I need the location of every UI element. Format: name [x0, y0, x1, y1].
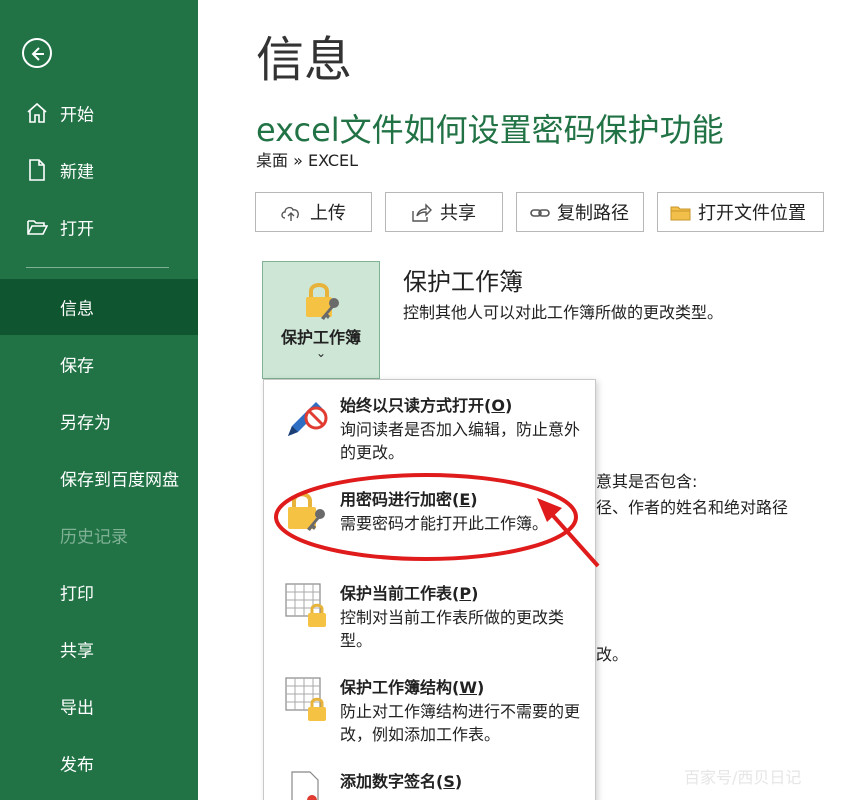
menu-item-title: 保护工作簿结构(W)	[340, 678, 485, 697]
page-title: 信息	[256, 32, 353, 88]
folder-icon	[670, 203, 692, 223]
menu-item-always-open-read-only[interactable]: 始终以只读方式打开(O) 询问读者是否加入编辑，防止意外的更改。	[264, 392, 595, 472]
link-icon	[529, 203, 551, 223]
share-icon	[410, 203, 432, 223]
sidebar-item-home[interactable]: 开始	[0, 85, 198, 141]
inspect-text-line2: 径、作者的姓名和绝对路径	[596, 498, 789, 517]
upload-label: 上传	[310, 203, 346, 224]
menu-item-title: 添加数字签名(S)	[340, 772, 463, 791]
home-icon	[26, 101, 48, 125]
sidebar-item-label: 打印	[60, 584, 94, 605]
lock-key-icon	[282, 486, 332, 536]
copy-path-label: 复制路径	[557, 203, 629, 224]
protect-section-title: 保护工作簿	[403, 268, 523, 296]
menu-item-description: 控制对当前工作表所做的更改类型。	[340, 608, 565, 650]
sidebar-item-label: 导出	[60, 698, 94, 719]
sidebar-item-label: 历史记录	[60, 527, 128, 548]
copy-path-button[interactable]: 复制路径	[516, 192, 644, 232]
menu-item-description: 需要密码才能打开此工作簿。	[340, 514, 549, 533]
sidebar-item-label: 保存	[60, 356, 94, 377]
sidebar-item-label: 信息	[60, 299, 94, 320]
sidebar-item-save[interactable]: 保存	[0, 336, 198, 392]
cloud-upload-icon	[280, 203, 302, 223]
upload-button[interactable]: 上传	[255, 192, 372, 232]
signature-document-icon	[282, 768, 332, 800]
inspect-text-line1: 意其是否包含:	[596, 472, 698, 491]
menu-item-encrypt-with-password[interactable]: 用密码进行加密(E) 需要密码才能打开此工作簿。	[264, 486, 595, 546]
sidebar-item-save-as[interactable]: 另存为	[0, 393, 198, 449]
share-label: 共享	[440, 203, 476, 224]
menu-item-title: 始终以只读方式打开(O)	[340, 396, 513, 415]
sheet-lock-icon	[282, 580, 332, 630]
lock-key-icon	[306, 283, 339, 320]
document-title: excel文件如何设置密码保护功能	[256, 111, 724, 149]
protect-workbook-button[interactable]: 保护工作簿 ⌄	[262, 261, 380, 379]
pencil-prohibited-icon	[282, 392, 332, 442]
sidebar-item-label: 共享	[60, 641, 94, 662]
sidebar-item-label: 开始	[60, 105, 94, 126]
backstage-sidebar: 开始 新建 打开 信息 保存 另存为 保存到百度网盘 历史记录 打印 共享 导出…	[0, 0, 198, 800]
menu-item-protect-workbook-structure[interactable]: 保护工作簿结构(W) 防止对工作簿结构进行不需要的更改，例如添加工作表。	[264, 674, 595, 754]
protect-section-description: 控制其他人可以对此工作簿所做的更改类型。	[403, 303, 724, 322]
sidebar-item-save-to-baidu[interactable]: 保存到百度网盘	[0, 450, 198, 506]
sidebar-item-open[interactable]: 打开	[0, 199, 198, 255]
sidebar-item-label: 发布	[60, 755, 94, 776]
open-file-location-label: 打开文件位置	[698, 203, 806, 224]
new-document-icon	[26, 158, 48, 182]
menu-item-add-digital-signature[interactable]: 添加数字签名(S)	[264, 768, 595, 800]
open-file-location-button[interactable]: 打开文件位置	[657, 192, 824, 232]
document-path: 桌面 » EXCEL	[256, 151, 359, 170]
sidebar-item-label: 保存到百度网盘	[60, 470, 179, 491]
sidebar-divider	[26, 267, 169, 268]
menu-item-title: 用密码进行加密(E)	[340, 490, 478, 509]
menu-item-protect-current-sheet[interactable]: 保护当前工作表(P) 控制对当前工作表所做的更改类型。	[264, 580, 595, 660]
back-arrow-icon	[31, 47, 44, 61]
back-button[interactable]	[22, 38, 52, 68]
watermark: 百家号/西贝日记	[684, 768, 802, 787]
menu-item-title: 保护当前工作表(P)	[340, 584, 479, 603]
menu-item-description: 防止对工作簿结构进行不需要的更改，例如添加工作表。	[340, 702, 581, 744]
menu-item-description: 询问读者是否加入编辑，防止意外的更改。	[340, 420, 581, 462]
share-button[interactable]: 共享	[385, 192, 503, 232]
protect-workbook-menu: 始终以只读方式打开(O) 询问读者是否加入编辑，防止意外的更改。 用密码进行加密…	[263, 379, 596, 800]
sidebar-item-label: 打开	[60, 219, 94, 240]
sidebar-item-history: 历史记录	[0, 507, 198, 563]
sidebar-item-new[interactable]: 新建	[0, 142, 198, 198]
sidebar-item-info[interactable]: 信息	[0, 279, 198, 335]
sidebar-item-share[interactable]: 共享	[0, 621, 198, 677]
sidebar-item-export[interactable]: 导出	[0, 678, 198, 734]
versions-text-line: 改。	[596, 645, 629, 664]
sidebar-item-label: 新建	[60, 162, 94, 183]
open-folder-icon	[26, 215, 49, 239]
protect-workbook-tile-label: 保护工作簿	[280, 328, 361, 347]
sidebar-item-print[interactable]: 打印	[0, 564, 198, 620]
workbook-structure-lock-icon	[282, 674, 332, 724]
chevron-down-icon: ⌄	[315, 346, 327, 360]
sidebar-item-publish[interactable]: 发布	[0, 735, 198, 791]
sidebar-item-label: 另存为	[60, 413, 111, 434]
